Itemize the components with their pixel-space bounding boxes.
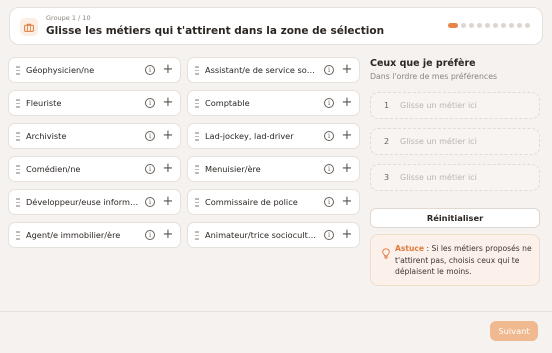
plus-icon[interactable]: +: [341, 161, 353, 177]
tip-label: Astuce: [395, 244, 425, 253]
job-label: Agent/e immobilier/ère: [26, 230, 121, 240]
job-card[interactable]: Lad-jockey, lad-driver i +: [187, 123, 360, 149]
plus-icon[interactable]: +: [162, 161, 174, 177]
plus-icon[interactable]: +: [162, 62, 174, 78]
briefcase-icon: [20, 18, 38, 36]
drag-handle-icon[interactable]: [16, 198, 20, 207]
info-icon[interactable]: i: [145, 98, 155, 108]
drag-handle-icon[interactable]: [16, 99, 20, 108]
group-counter: Groupe 1 / 10: [46, 14, 91, 22]
info-icon[interactable]: i: [324, 65, 334, 75]
info-icon[interactable]: i: [145, 65, 155, 75]
plus-icon[interactable]: +: [162, 128, 174, 144]
progress-dot: [493, 23, 498, 28]
info-icon[interactable]: i: [324, 230, 334, 240]
plus-icon[interactable]: +: [341, 194, 353, 210]
drag-handle-icon[interactable]: [195, 132, 199, 141]
progress-dot: [461, 23, 466, 28]
drag-handle-icon[interactable]: [16, 165, 20, 174]
job-card[interactable]: Géophysicien/ne i +: [8, 57, 181, 83]
plus-icon[interactable]: +: [341, 95, 353, 111]
footer-divider: [0, 311, 552, 312]
job-label: Fleuriste: [26, 98, 62, 108]
progress-dot: [501, 23, 506, 28]
job-label: Lad-jockey, lad-driver: [205, 131, 294, 141]
slot-placeholder: Glisse un métier ici: [400, 101, 477, 110]
tip-text: Astuce : Si les métiers proposés ne t'at…: [395, 243, 535, 278]
drag-handle-icon[interactable]: [16, 231, 20, 240]
progress-dot-active: [448, 23, 458, 28]
info-icon[interactable]: i: [324, 131, 334, 141]
job-card[interactable]: Comédien/ne i +: [8, 156, 181, 182]
progress-dot: [477, 23, 482, 28]
progress-dots: [448, 23, 530, 28]
drag-handle-icon[interactable]: [195, 99, 199, 108]
drag-handle-icon[interactable]: [16, 132, 20, 141]
drag-handle-icon[interactable]: [195, 66, 199, 75]
info-icon[interactable]: i: [324, 98, 334, 108]
info-icon[interactable]: i: [324, 164, 334, 174]
plus-icon[interactable]: +: [162, 95, 174, 111]
next-button[interactable]: Suivant: [490, 321, 538, 341]
job-label: Commissaire de police: [205, 197, 298, 207]
job-label: Comédien/ne: [26, 164, 81, 174]
drag-handle-icon[interactable]: [16, 66, 20, 75]
drag-handle-icon[interactable]: [195, 198, 199, 207]
drop-slot-3[interactable]: 3 Glisse un métier ici: [370, 164, 540, 191]
slot-placeholder: Glisse un métier ici: [400, 173, 477, 182]
tip-box: Astuce : Si les métiers proposés ne t'at…: [370, 234, 540, 286]
drop-slot-1[interactable]: 1 Glisse un métier ici: [370, 92, 540, 119]
preferences-subtitle: Dans l'ordre de mes préférences: [370, 72, 498, 81]
job-card[interactable]: Fleuriste i +: [8, 90, 181, 116]
slot-number: 3: [384, 173, 390, 182]
progress-dot: [517, 23, 522, 28]
plus-icon[interactable]: +: [341, 128, 353, 144]
plus-icon[interactable]: +: [162, 194, 174, 210]
reset-button[interactable]: Réinitialiser: [370, 208, 540, 228]
page-title: Glisse les métiers qui t'attirent dans l…: [46, 25, 385, 37]
job-label: Menuisier/ère: [205, 164, 261, 174]
job-card[interactable]: Développeur/euse informatique i +: [8, 189, 181, 215]
job-label: Développeur/euse informatique: [26, 197, 140, 207]
plus-icon[interactable]: +: [162, 227, 174, 243]
slot-number: 2: [384, 137, 390, 146]
info-icon[interactable]: i: [145, 197, 155, 207]
info-icon[interactable]: i: [145, 230, 155, 240]
info-icon[interactable]: i: [145, 131, 155, 141]
plus-icon[interactable]: +: [341, 227, 353, 243]
slot-placeholder: Glisse un métier ici: [400, 137, 477, 146]
drop-slot-2[interactable]: 2 Glisse un métier ici: [370, 128, 540, 155]
job-label: Animateur/trice socioculturel/le: [205, 230, 319, 240]
job-card[interactable]: Menuisier/ère i +: [187, 156, 360, 182]
drag-handle-icon[interactable]: [195, 165, 199, 174]
progress-dot: [469, 23, 474, 28]
drag-handle-icon[interactable]: [195, 231, 199, 240]
progress-dot: [485, 23, 490, 28]
header-card: Groupe 1 / 10 Glisse les métiers qui t'a…: [9, 7, 543, 45]
job-card[interactable]: Comptable i +: [187, 90, 360, 116]
job-label: Comptable: [205, 98, 250, 108]
job-card[interactable]: Assistant/e de service social i +: [187, 57, 360, 83]
info-icon[interactable]: i: [324, 197, 334, 207]
plus-icon[interactable]: +: [341, 62, 353, 78]
info-icon[interactable]: i: [145, 164, 155, 174]
slot-number: 1: [384, 101, 390, 110]
job-card[interactable]: Agent/e immobilier/ère i +: [8, 222, 181, 248]
job-label: Géophysicien/ne: [26, 65, 95, 75]
progress-dot: [509, 23, 514, 28]
job-label: Assistant/e de service social: [205, 65, 319, 75]
lightbulb-icon: [382, 244, 390, 259]
job-card[interactable]: Animateur/trice socioculturel/le i +: [187, 222, 360, 248]
progress-dot: [525, 23, 530, 28]
job-card[interactable]: Archiviste i +: [8, 123, 181, 149]
job-card[interactable]: Commissaire de police i +: [187, 189, 360, 215]
preferences-title: Ceux que je préfère: [370, 58, 476, 69]
job-label: Archiviste: [26, 131, 67, 141]
